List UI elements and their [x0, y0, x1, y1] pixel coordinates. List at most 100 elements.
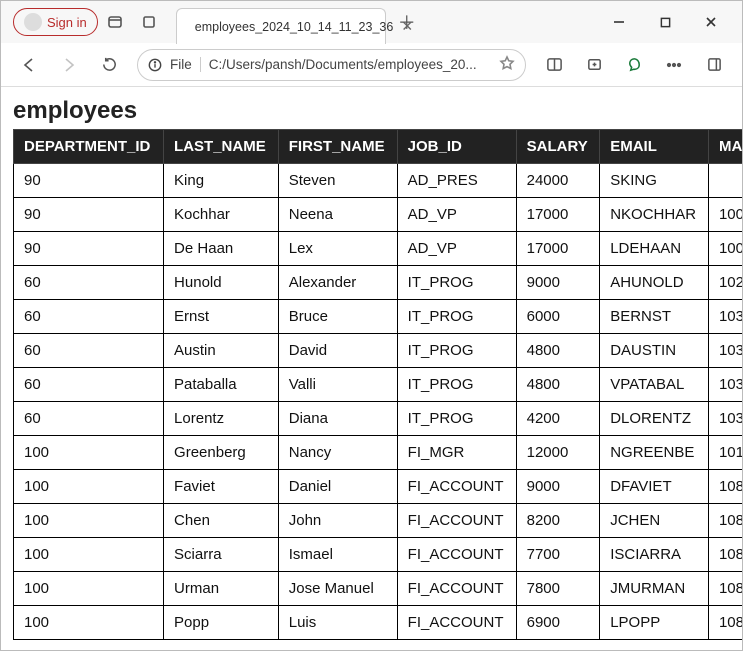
cell-last-name: Popp [164, 606, 279, 640]
table-row: 100UrmanJose ManuelFI_ACCOUNT7800JMURMAN… [14, 572, 743, 606]
cell-first-name: Bruce [278, 300, 397, 334]
cell-job-id: FI_ACCOUNT [397, 504, 516, 538]
avatar-icon [24, 13, 42, 31]
more-menu-icon[interactable] [656, 47, 692, 83]
titlebar: Sign in employees_2024_10_14_11_23_36 ✕ … [1, 1, 742, 43]
column-header: SALARY [516, 130, 600, 164]
cell-last-name: Austin [164, 334, 279, 368]
cell-department-id: 90 [14, 164, 164, 198]
table-row: 100FavietDanielFI_ACCOUNT9000DFAVIET108 [14, 470, 743, 504]
table-row: 60HunoldAlexanderIT_PROG9000AHUNOLD102 [14, 266, 743, 300]
cell-manager-id: 103 [708, 368, 742, 402]
info-icon [148, 58, 162, 72]
table-row: 90KingStevenAD_PRES24000SKING [14, 164, 743, 198]
cell-first-name: Ismael [278, 538, 397, 572]
table-row: 90KochharNeenaAD_VP17000NKOCHHAR100 [14, 198, 743, 232]
cell-department-id: 90 [14, 232, 164, 266]
close-tab-icon[interactable]: ✕ [401, 18, 413, 35]
cell-salary: 4200 [516, 402, 600, 436]
table-row: 100ChenJohnFI_ACCOUNT8200JCHEN108 [14, 504, 743, 538]
close-window-button[interactable] [688, 2, 734, 42]
cell-email: DAUSTIN [600, 334, 709, 368]
cell-salary: 6900 [516, 606, 600, 640]
cell-salary: 7700 [516, 538, 600, 572]
cell-department-id: 60 [14, 334, 164, 368]
cell-department-id: 100 [14, 470, 164, 504]
cell-last-name: De Haan [164, 232, 279, 266]
toolbar: File C:/Users/pansh/Documents/employees_… [1, 43, 742, 87]
cell-salary: 17000 [516, 198, 600, 232]
cell-job-id: FI_ACCOUNT [397, 572, 516, 606]
cell-department-id: 90 [14, 198, 164, 232]
cell-email: LDEHAAN [600, 232, 709, 266]
cell-department-id: 100 [14, 538, 164, 572]
cell-job-id: AD_VP [397, 198, 516, 232]
cell-manager-id: 103 [708, 334, 742, 368]
cell-first-name: Luis [278, 606, 397, 640]
cell-job-id: IT_PROG [397, 368, 516, 402]
cell-email: DFAVIET [600, 470, 709, 504]
cell-last-name: Faviet [164, 470, 279, 504]
cell-email: JCHEN [600, 504, 709, 538]
page-title: employees [13, 97, 730, 125]
cell-manager-id: 108 [708, 606, 742, 640]
employees-table: DEPARTMENT_IDLAST_NAMEFIRST_NAMEJOB_IDSA… [13, 129, 742, 640]
cell-manager-id: 103 [708, 300, 742, 334]
maximize-button[interactable] [642, 2, 688, 42]
cell-last-name: Kochhar [164, 198, 279, 232]
split-screen-icon[interactable] [536, 47, 572, 83]
workspaces-icon[interactable] [98, 5, 132, 39]
back-button[interactable] [11, 47, 47, 83]
cell-email: SKING [600, 164, 709, 198]
minimize-button[interactable] [596, 2, 642, 42]
tab-actions-icon[interactable] [132, 5, 166, 39]
table-row: 100SciarraIsmaelFI_ACCOUNT7700ISCIARRA10… [14, 538, 743, 572]
cell-department-id: 100 [14, 504, 164, 538]
cell-email: NGREENBE [600, 436, 709, 470]
cell-email: AHUNOLD [600, 266, 709, 300]
cell-manager-id: 103 [708, 402, 742, 436]
cell-job-id: FI_ACCOUNT [397, 606, 516, 640]
cell-manager-id: 101 [708, 436, 742, 470]
sign-in-label: Sign in [47, 15, 87, 30]
cell-department-id: 60 [14, 368, 164, 402]
cell-salary: 17000 [516, 232, 600, 266]
refresh-button[interactable] [91, 47, 127, 83]
cell-salary: 8200 [516, 504, 600, 538]
cell-salary: 7800 [516, 572, 600, 606]
extensions-icon[interactable] [616, 47, 652, 83]
cell-manager-id: 102 [708, 266, 742, 300]
cell-last-name: Pataballa [164, 368, 279, 402]
favorite-icon[interactable] [499, 55, 515, 74]
sign-in-button[interactable]: Sign in [13, 8, 98, 36]
column-header: JOB_ID [397, 130, 516, 164]
cell-job-id: AD_PRES [397, 164, 516, 198]
cell-last-name: Chen [164, 504, 279, 538]
column-header: EMAIL [600, 130, 709, 164]
table-row: 90De HaanLexAD_VP17000LDEHAAN100 [14, 232, 743, 266]
browser-tab[interactable]: employees_2024_10_14_11_23_36 ✕ [176, 8, 386, 44]
url-scheme-label: File [170, 57, 201, 72]
cell-department-id: 100 [14, 436, 164, 470]
address-bar[interactable]: File C:/Users/pansh/Documents/employees_… [137, 49, 526, 81]
cell-last-name: Urman [164, 572, 279, 606]
forward-button [51, 47, 87, 83]
sidebar-toggle-icon[interactable] [696, 47, 732, 83]
table-row: 60ErnstBruceIT_PROG6000BERNST103 [14, 300, 743, 334]
cell-email: ISCIARRA [600, 538, 709, 572]
table-row: 60LorentzDianaIT_PROG4200DLORENTZ103 [14, 402, 743, 436]
table-row: 60PataballaValliIT_PROG4800VPATABAL103 [14, 368, 743, 402]
cell-first-name: Daniel [278, 470, 397, 504]
cell-job-id: AD_VP [397, 232, 516, 266]
page-viewport[interactable]: employees DEPARTMENT_IDLAST_NAMEFIRST_NA… [1, 87, 742, 652]
cell-email: NKOCHHAR [600, 198, 709, 232]
cell-manager-id: 108 [708, 572, 742, 606]
cell-job-id: IT_PROG [397, 334, 516, 368]
cell-first-name: John [278, 504, 397, 538]
cell-job-id: FI_ACCOUNT [397, 470, 516, 504]
cell-first-name: Lex [278, 232, 397, 266]
table-row: 100GreenbergNancyFI_MGR12000NGREENBE101 [14, 436, 743, 470]
window-controls [596, 2, 734, 42]
cell-first-name: Neena [278, 198, 397, 232]
collections-icon[interactable] [576, 47, 612, 83]
